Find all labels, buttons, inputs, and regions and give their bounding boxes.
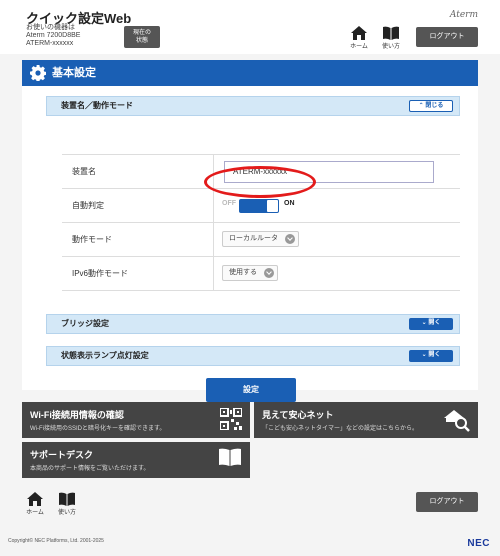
panel-body: 装置名／動作モード ⌃ 閉じる 装置名 ATERM-xxxxxx 自動判定 OF… xyxy=(22,86,478,402)
table-row: IPv6動作モード 使用する xyxy=(62,257,460,291)
operation-mode-select[interactable]: ローカルルータ xyxy=(222,231,299,247)
panel-title-bar: 基本設定 xyxy=(22,60,478,86)
footer-bar: ホーム 使い方 ログアウト xyxy=(0,484,500,524)
home-icon xyxy=(27,492,43,506)
status-button-line1: 現在の xyxy=(132,30,151,36)
ipv6-mode-cell: 使用する xyxy=(214,257,460,290)
footer-home-button[interactable]: ホーム xyxy=(24,492,46,516)
switch-off-label: OFF xyxy=(222,200,236,207)
ipv6-mode-select[interactable]: 使用する xyxy=(222,265,278,281)
auto-detect-cell: OFF ON xyxy=(214,189,460,222)
open-book-icon xyxy=(219,448,241,466)
operation-mode-label: 動作モード xyxy=(62,223,214,256)
section-bridge-label: ブリッジ設定 xyxy=(61,319,109,328)
wifi-tile-title: Wi-Fi接続用情報の確認 xyxy=(30,410,124,420)
wifi-tile-desc: Wi-Fi接続用のSSIDと暗号化キーを確認できます。 xyxy=(30,426,166,432)
book-icon xyxy=(59,492,75,506)
book-icon xyxy=(383,26,399,40)
chevron-down-icon xyxy=(285,234,295,244)
footer-help-label: 使い方 xyxy=(57,510,76,516)
nec-logo: NEC xyxy=(467,538,490,549)
safety-net-tile[interactable]: 見えて安心ネット 「こども安心ネットタイマー」などの設定はこちらから。 xyxy=(254,402,478,438)
status-button-line2: 状態 xyxy=(135,38,148,44)
header: クイック設定Web お使いの機器は Aterm 7200D8BE ATERM-x… xyxy=(0,0,500,54)
section-lamp-label: 状態表示ランプ点灯設定 xyxy=(61,351,149,360)
operation-mode-value: ローカルルータ xyxy=(229,235,278,242)
ipv6-mode-value: 使用する xyxy=(229,269,257,276)
qr-code-icon xyxy=(220,408,242,430)
section-device-mode: 装置名／動作モード ⌃ 閉じる xyxy=(46,96,460,116)
safety-tile-desc: 「こども安心ネットタイマー」などの設定はこちらから。 xyxy=(262,426,419,432)
device-info-line: お使いの機器は xyxy=(26,24,75,31)
main-content: 基本設定 装置名／動作モード ⌃ 閉じる 装置名 ATERM-xxxxxx 自動… xyxy=(22,60,478,402)
help-nav-button[interactable]: 使い方 xyxy=(380,26,402,50)
copyright: Copyright© NEC Platforms, Ltd. 2001-2025 xyxy=(8,538,104,544)
aterm-brand-logo: Aterm xyxy=(449,10,478,20)
device-model: Aterm 7200D8BE xyxy=(26,32,81,39)
table-row: 動作モード ローカルルータ xyxy=(62,223,460,257)
device-name: ATERM-xxxxxx xyxy=(26,40,74,47)
section-close-button[interactable]: ⌃ 閉じる xyxy=(409,100,453,112)
panel-title: 基本設定 xyxy=(52,67,96,79)
section-lamp: 状態表示ランプ点灯設定 ⌄ 開く xyxy=(46,346,460,366)
bridge-open-button[interactable]: ⌄ 開く xyxy=(409,318,453,330)
device-info: お使いの機器は Aterm 7200D8BE ATERM-xxxxxx xyxy=(26,24,80,48)
home-nav-button[interactable]: ホーム xyxy=(348,26,370,50)
lamp-open-button[interactable]: ⌄ 開く xyxy=(409,350,453,362)
device-name-cell: ATERM-xxxxxx xyxy=(214,155,460,188)
toggle-knob xyxy=(267,200,278,212)
operation-mode-cell: ローカルルータ xyxy=(214,223,460,256)
chevron-down-icon: ⌄ xyxy=(421,320,427,326)
gear-icon xyxy=(30,65,46,81)
footer-logout-button[interactable]: ログアウト xyxy=(416,492,478,512)
table-row: 自動判定 OFF ON xyxy=(62,189,460,223)
device-name-input[interactable]: ATERM-xxxxxx xyxy=(224,161,434,183)
current-status-button[interactable]: 現在の 状態 xyxy=(124,26,160,48)
settings-table: 装置名 ATERM-xxxxxx 自動判定 OFF ON 動作モード ローカルル… xyxy=(62,154,460,291)
house-search-icon xyxy=(444,410,470,432)
table-row: 装置名 ATERM-xxxxxx xyxy=(62,155,460,189)
auto-detect-toggle[interactable] xyxy=(239,199,279,213)
safety-tile-title: 見えて安心ネット xyxy=(262,410,334,420)
support-tile-desc: 本商品のサポート情報をご覧いただけます。 xyxy=(30,466,150,472)
chevron-up-icon: ⌃ xyxy=(418,103,424,109)
logout-button[interactable]: ログアウト xyxy=(416,27,478,47)
submit-button[interactable]: 設定 xyxy=(206,378,296,402)
close-label: 閉じる xyxy=(425,103,444,109)
section-device-mode-label: 装置名／動作モード xyxy=(61,101,133,110)
open-label: 開く xyxy=(428,352,441,358)
footer-help-button[interactable]: 使い方 xyxy=(56,492,78,516)
section-bridge: ブリッジ設定 ⌄ 開く xyxy=(46,314,460,334)
home-label: ホーム xyxy=(350,44,368,50)
auto-detect-label: 自動判定 xyxy=(62,189,214,222)
chevron-down-icon xyxy=(264,268,274,278)
footer-home-label: ホーム xyxy=(26,510,44,516)
home-icon xyxy=(351,26,367,40)
wifi-info-tile[interactable]: Wi-Fi接続用情報の確認 Wi-Fi接続用のSSIDと暗号化キーを確認できます… xyxy=(22,402,250,438)
chevron-down-icon: ⌄ xyxy=(421,352,427,358)
help-label: 使い方 xyxy=(381,44,400,50)
ipv6-mode-label: IPv6動作モード xyxy=(62,257,214,290)
open-label: 開く xyxy=(428,320,441,326)
device-name-label: 装置名 xyxy=(62,155,214,188)
support-tile-title: サポートデスク xyxy=(30,450,94,460)
switch-on-label: ON xyxy=(284,200,295,207)
support-desk-tile[interactable]: サポートデスク 本商品のサポート情報をご覧いただけます。 xyxy=(22,442,250,478)
